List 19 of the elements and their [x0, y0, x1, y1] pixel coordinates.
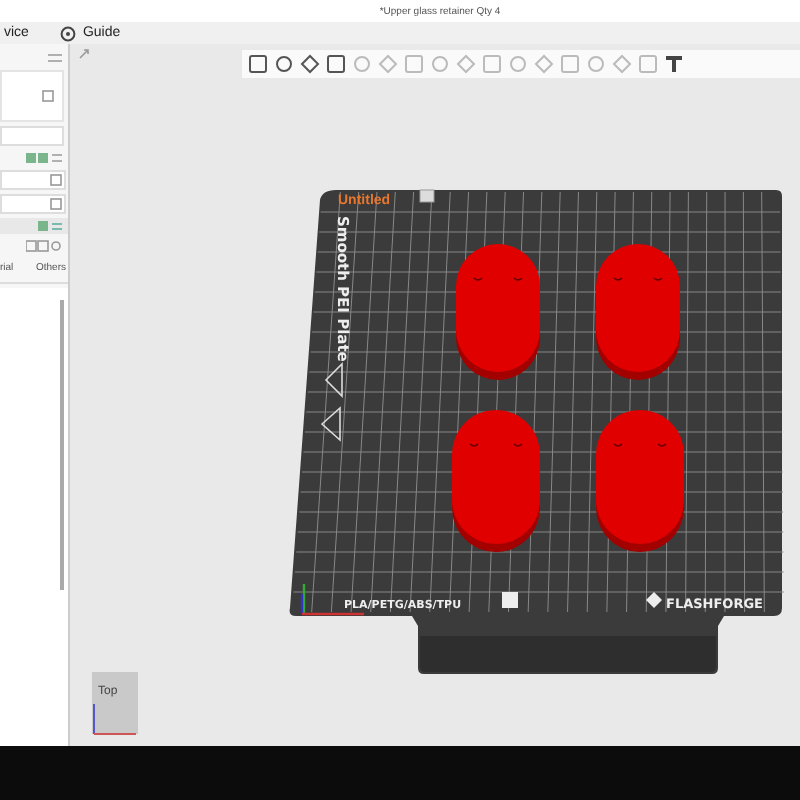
collapse-icon[interactable] — [78, 48, 90, 60]
settings-sliders-icon — [48, 52, 62, 64]
filament-icons — [26, 152, 62, 164]
scrollbar[interactable] — [60, 300, 64, 590]
view-cube[interactable] — [92, 672, 138, 735]
warning-icon — [320, 406, 341, 442]
select-field[interactable] — [0, 126, 64, 146]
warning-icon — [324, 362, 343, 398]
model-part — [596, 244, 680, 380]
text-icon[interactable] — [664, 54, 684, 74]
model-part — [452, 410, 540, 552]
model-part — [456, 244, 540, 380]
edit-icon[interactable] — [419, 189, 435, 203]
compass-icon — [60, 25, 77, 41]
brand-logo-icon — [646, 592, 662, 608]
model-part — [596, 410, 684, 552]
edit-icon — [42, 90, 54, 102]
filament-field[interactable] — [0, 170, 66, 190]
filament-field[interactable] — [0, 194, 66, 214]
